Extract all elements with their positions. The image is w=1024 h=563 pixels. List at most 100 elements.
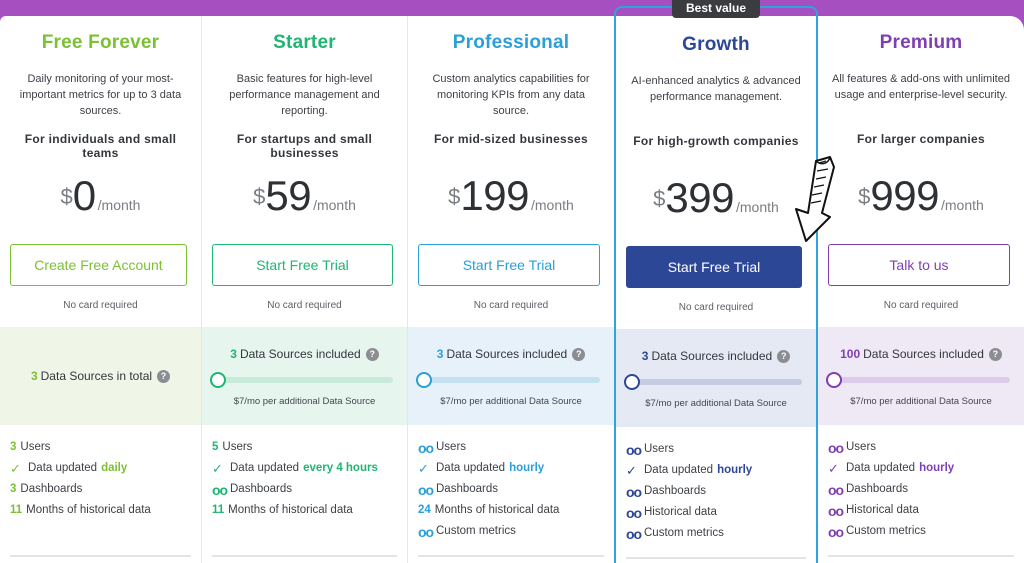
feature-item: 3 Dashboards [10, 479, 191, 500]
data-sources-count: 3 [436, 347, 444, 361]
feature-label: Dashboards [436, 483, 499, 495]
question-icon[interactable]: ? [777, 349, 791, 363]
infinity-icon: oo [626, 504, 642, 521]
currency-symbol: $ [60, 184, 73, 209]
feature-label: Dashboards [230, 483, 293, 495]
feature-label: Users [20, 441, 51, 453]
infinity-icon: oo [418, 523, 434, 540]
infinity-icon: oo [828, 439, 844, 456]
question-icon[interactable]: ? [988, 347, 1002, 361]
feature-list: 3 Users ✓ Data updated daily 3 Dashboards… [10, 437, 191, 521]
question-icon[interactable]: ? [365, 347, 379, 361]
slider-handle[interactable] [826, 372, 842, 388]
divider [10, 555, 191, 557]
feature-label: Data updated [28, 462, 98, 474]
slider-track[interactable] [422, 377, 600, 383]
plan-card-professional: Professional Custom analytics capabilitie… [408, 16, 614, 563]
plan-audience: For high-growth companies [633, 134, 799, 148]
infinity-icon: oo [626, 441, 642, 458]
price-amount: 999 [870, 172, 939, 219]
price-period: /month [941, 197, 984, 213]
feature-label: Custom metrics [846, 525, 926, 537]
feature-item: 11 Months of historical data [212, 500, 397, 521]
data-sources-section: 100 Data Sources included ? $7/mo per ad… [818, 327, 1024, 425]
check-icon: ✓ [10, 461, 21, 476]
slider-handle[interactable] [624, 374, 640, 390]
feature-highlight: daily [101, 462, 128, 474]
data-sources-label: Data Sources included [239, 347, 361, 361]
check-icon: ✓ [626, 463, 637, 478]
best-value-badge: Best value [671, 0, 761, 18]
price-period: /month [313, 197, 356, 213]
feature-item: oo Historical data [828, 500, 1014, 521]
plan-audience: For startups and small businesses [236, 132, 373, 160]
data-sources-slider[interactable] [210, 372, 393, 388]
feature-value: 5 [212, 441, 219, 453]
feature-value: 3 [10, 483, 17, 495]
plan-price: $ 59 /month [202, 172, 407, 220]
start-free-trial-button[interactable]: Start Free Trial [626, 246, 802, 288]
data-sources-slider[interactable] [624, 374, 802, 390]
price-amount: 59 [265, 172, 312, 219]
currency-symbol: $ [858, 184, 871, 209]
feature-value: 3 [10, 441, 17, 453]
feature-label: Months of historical data [26, 504, 151, 516]
price-amount: 0 [72, 172, 96, 219]
plan-card-growth: Best value Growth AI-enhanced analytics & … [614, 0, 818, 563]
question-icon[interactable]: ? [157, 369, 171, 383]
feature-item: oo Users [626, 439, 806, 460]
price-period: /month [531, 197, 574, 213]
feature-item: 3 Users [10, 437, 191, 458]
price-amount: 399 [665, 174, 734, 221]
data-sources-count: 3 [230, 347, 237, 361]
divider [626, 557, 806, 559]
plan-price: $ 199 /month [408, 172, 614, 220]
no-card-note: No card required [63, 300, 138, 311]
plan-description: Custom analytics capabilities for monito… [432, 73, 590, 117]
data-sources-slider[interactable] [416, 372, 600, 388]
feature-highlight: every 4 hours [303, 462, 378, 474]
additional-source-price: $7/mo per additional Data Source [850, 396, 992, 407]
feature-item: oo Custom metrics [418, 521, 604, 542]
data-sources-section: 3 Data Sources included ? $7/mo per addi… [408, 327, 614, 425]
feature-item: oo Dashboards [212, 479, 397, 500]
question-icon[interactable]: ? [572, 347, 586, 361]
data-sources-count: 3 [30, 369, 38, 383]
infinity-icon: oo [418, 439, 434, 456]
feature-highlight: hourly [509, 462, 545, 474]
feature-label: Data updated [846, 462, 916, 474]
data-sources-section: 3 Data Sources included ? $7/mo per addi… [616, 329, 816, 427]
plan-name: Premium [879, 32, 963, 53]
feature-list: oo Users ✓ Data updated hourly oo Dashboa… [828, 437, 1014, 542]
slider-handle[interactable] [210, 372, 226, 388]
hand-drawn-arrow-icon [795, 156, 835, 242]
check-icon: ✓ [828, 461, 839, 476]
start-free-trial-button[interactable]: Start Free Trial [418, 244, 600, 286]
feature-label: Dashboards [644, 485, 707, 497]
pricing-page: Free Forever Daily monitoring of your mos… [0, 0, 1024, 563]
feature-label: Historical data [644, 506, 717, 518]
data-sources-label: Data Sources included [863, 347, 984, 361]
plan-name: Professional [452, 32, 570, 53]
create-free-account-button[interactable]: Create Free Account [10, 244, 187, 286]
slider-track[interactable] [630, 379, 802, 385]
plan-description: AI-enhanced analytics & advanced perform… [631, 75, 801, 103]
infinity-icon: oo [828, 502, 844, 519]
plan-audience: For individuals and small teams [24, 132, 177, 160]
price-period: /month [97, 197, 141, 213]
plan-name: Free Forever [41, 32, 160, 53]
feature-label: Users [436, 441, 467, 453]
infinity-icon: oo [828, 481, 844, 498]
currency-symbol: $ [448, 184, 461, 209]
feature-value: 11 [212, 504, 225, 516]
data-sources-slider[interactable] [826, 372, 1010, 388]
plan-card-premium: Premium All features & add-ons with unlim… [818, 16, 1024, 563]
feature-item: ✓ Data updated every 4 hours [212, 458, 397, 479]
slider-track[interactable] [832, 377, 1010, 383]
slider-handle[interactable] [416, 372, 432, 388]
start-free-trial-button[interactable]: Start Free Trial [212, 244, 393, 286]
divider [418, 555, 604, 557]
talk-to-us-button[interactable]: Talk to us [828, 244, 1010, 286]
feature-label: Users [644, 443, 675, 455]
slider-track[interactable] [216, 377, 393, 383]
